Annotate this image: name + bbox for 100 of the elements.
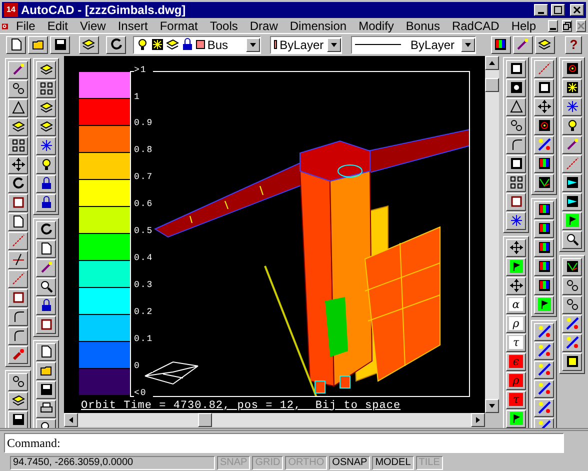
toolbar-button[interactable] xyxy=(506,98,526,116)
color-dropdown[interactable]: ByLayer xyxy=(270,36,342,54)
toolbar-button[interactable] xyxy=(534,398,554,417)
scroll-button[interactable] xyxy=(485,56,499,70)
toolbar-button[interactable] xyxy=(534,200,554,219)
toolbar-button[interactable] xyxy=(506,192,526,211)
toolbar-button[interactable] xyxy=(534,174,554,192)
toolbar-button[interactable] xyxy=(562,296,582,314)
scroll-button[interactable] xyxy=(246,38,260,52)
toolbar-button[interactable] xyxy=(36,136,56,155)
toolbar-button[interactable] xyxy=(8,410,28,428)
toolbar-button[interactable] xyxy=(534,322,554,341)
toolbar-button[interactable] xyxy=(506,78,526,97)
vertical-scrollbar[interactable] xyxy=(485,56,499,413)
menu-item[interactable]: Modify xyxy=(354,17,398,35)
toolbar-button[interactable] xyxy=(534,296,554,314)
toolbar-button[interactable] xyxy=(534,220,554,238)
scroll-thumb[interactable] xyxy=(485,78,499,92)
toolbar-button[interactable] xyxy=(36,258,56,277)
toolbar-button[interactable] xyxy=(506,136,526,154)
linetype-dropdown[interactable]: ByLayer xyxy=(350,36,476,54)
toolbar-button[interactable] xyxy=(8,288,28,307)
symbol-button[interactable]: τ xyxy=(506,334,526,352)
toolbar-button[interactable] xyxy=(8,80,28,98)
menu-item[interactable]: Tools xyxy=(206,17,242,35)
toolbar-button[interactable] xyxy=(562,174,582,192)
toolbar-button[interactable] xyxy=(78,36,99,54)
horizontal-scrollbar[interactable] xyxy=(64,412,485,427)
scroll-button[interactable] xyxy=(64,412,78,427)
toolbar-button[interactable] xyxy=(534,78,554,97)
toolbar-button[interactable] xyxy=(36,296,56,315)
menu-item[interactable]: Edit xyxy=(43,17,72,35)
menu-item[interactable]: RadCAD xyxy=(448,17,504,35)
toolbar-button[interactable] xyxy=(534,98,554,116)
toolbar-button[interactable] xyxy=(534,238,554,257)
toolbar-button[interactable] xyxy=(534,360,554,379)
toolbar-button[interactable] xyxy=(36,156,56,174)
toolbar-button[interactable] xyxy=(8,212,28,231)
toolbar-button[interactable] xyxy=(562,276,582,295)
toolbar-button[interactable] xyxy=(8,232,28,250)
symbol-button[interactable]: α xyxy=(506,296,526,314)
toolbar-button[interactable] xyxy=(506,276,526,295)
toolbar-button[interactable] xyxy=(36,194,56,212)
menu-item[interactable]: Dimension xyxy=(286,17,351,35)
toolbar-button[interactable] xyxy=(562,212,582,230)
toolbar-button[interactable] xyxy=(36,342,56,361)
close-button[interactable] xyxy=(570,4,584,16)
toolbar-button[interactable] xyxy=(8,308,28,326)
toolbar-button[interactable] xyxy=(506,60,526,78)
layer-dropdown[interactable]: Bus xyxy=(133,36,261,54)
toolbar-button[interactable] xyxy=(534,154,554,173)
toolbar-button[interactable] xyxy=(506,258,526,276)
toolbar-button[interactable] xyxy=(36,380,56,399)
document-restore-button[interactable] xyxy=(562,20,572,32)
scroll-button[interactable] xyxy=(471,412,485,427)
toolbar-button[interactable] xyxy=(36,60,56,79)
toolbar-button[interactable] xyxy=(36,316,56,334)
minimize-button[interactable] xyxy=(534,4,548,16)
toolbar-button[interactable] xyxy=(534,380,554,398)
toolbar-button[interactable] xyxy=(534,136,554,154)
maximize-button[interactable] xyxy=(551,4,565,16)
toolbar-button[interactable] xyxy=(8,270,28,288)
toolbar-button[interactable] xyxy=(506,212,526,230)
toolbar-button[interactable] xyxy=(36,80,56,98)
toolbar-button[interactable] xyxy=(36,98,56,117)
toolbar-button[interactable] xyxy=(534,342,554,360)
toolbar-button[interactable] xyxy=(562,78,582,97)
toolbar-button[interactable] xyxy=(36,278,56,296)
symbol-button[interactable]: ϵ xyxy=(506,352,526,371)
toolbar-button[interactable] xyxy=(534,258,554,276)
toolbar-button[interactable] xyxy=(36,118,56,136)
menu-item[interactable]: Draw xyxy=(246,17,282,35)
menu-item[interactable]: Help xyxy=(507,17,540,35)
toolbar-button[interactable] xyxy=(562,352,582,371)
toolbar-button[interactable] xyxy=(562,230,582,249)
toolbar-button[interactable] xyxy=(8,326,28,345)
menu-item[interactable]: View xyxy=(76,17,110,35)
toolbar-button[interactable] xyxy=(8,60,28,79)
status-toggle[interactable]: MODEL xyxy=(372,456,414,470)
toolbar-button[interactable] xyxy=(36,400,56,418)
toolbar-button[interactable] xyxy=(534,276,554,295)
toolbar-button[interactable] xyxy=(534,116,554,135)
toolbar-button[interactable] xyxy=(28,36,48,54)
toolbar-button[interactable] xyxy=(562,314,582,333)
toolbar-button[interactable] xyxy=(562,116,582,135)
document-close-button[interactable] xyxy=(576,20,586,32)
toolbar-button[interactable] xyxy=(506,174,526,192)
toolbar-button[interactable] xyxy=(562,60,582,78)
toolbar-button[interactable] xyxy=(534,60,554,78)
toolbar-button[interactable] xyxy=(8,136,28,155)
menu-item[interactable]: Bonus xyxy=(402,17,444,35)
menu-item[interactable]: File xyxy=(12,17,40,35)
document-minimize-button[interactable] xyxy=(548,20,558,32)
toolbar-button[interactable] xyxy=(8,156,28,174)
drawing-canvas[interactable]: >1 1 0.9 0.8 0.7 0.6 0.5 0.4 0.3 0.2 0.1 0 <0 Orbit Time = 4730.82, pos = 12, Bij to space xyxy=(64,56,485,413)
menu-item[interactable]: Format xyxy=(156,17,202,35)
toolbar-button[interactable] xyxy=(562,98,582,116)
scroll-button[interactable] xyxy=(460,38,475,52)
toolbar-button[interactable] xyxy=(562,258,582,276)
toolbar-button[interactable] xyxy=(8,174,28,193)
